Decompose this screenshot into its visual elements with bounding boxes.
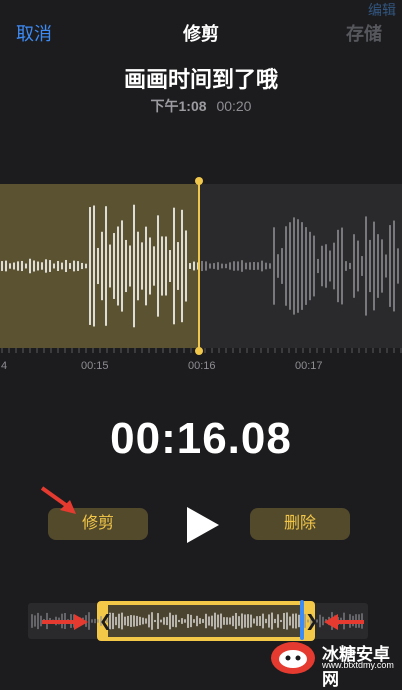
save-button[interactable]: 存储 — [346, 20, 382, 46]
recording-meta: 下午1:08 00:20 — [0, 96, 402, 116]
waveform — [1, 204, 399, 328]
recording-date: 下午1:08 — [150, 98, 207, 114]
tick-label: 00:16 — [188, 360, 216, 372]
annotation-arrow-icon — [40, 486, 76, 514]
trim-right-handle-icon[interactable]: ❯ — [305, 611, 318, 631]
watermark-url: www.btxtdmy.com — [322, 660, 394, 670]
current-time: 00:16.08 — [110, 414, 292, 463]
playhead-bottom-handle[interactable] — [195, 347, 203, 355]
tick-label: 00:17 — [295, 360, 323, 372]
playhead[interactable] — [198, 182, 200, 352]
page-title: 修剪 — [183, 24, 219, 44]
tick-label: 4 — [1, 360, 8, 372]
playhead-top-handle[interactable] — [195, 177, 203, 185]
tick-label: 00:15 — [81, 360, 109, 372]
watermark-logo-icon — [271, 642, 315, 674]
play-icon[interactable] — [183, 505, 223, 545]
delete-button[interactable]: 删除 — [250, 508, 350, 540]
recording-name: 画画时间到了哦 — [123, 67, 278, 92]
overview-playhead[interactable] — [300, 600, 304, 640]
annotation-arrow-icon — [42, 614, 88, 630]
ghost-edit-label: 编辑 — [368, 2, 396, 18]
recording-duration: 00:20 — [216, 98, 252, 114]
trim-left-handle-icon[interactable]: ❮ — [99, 611, 112, 631]
annotation-arrow-icon — [324, 614, 364, 630]
